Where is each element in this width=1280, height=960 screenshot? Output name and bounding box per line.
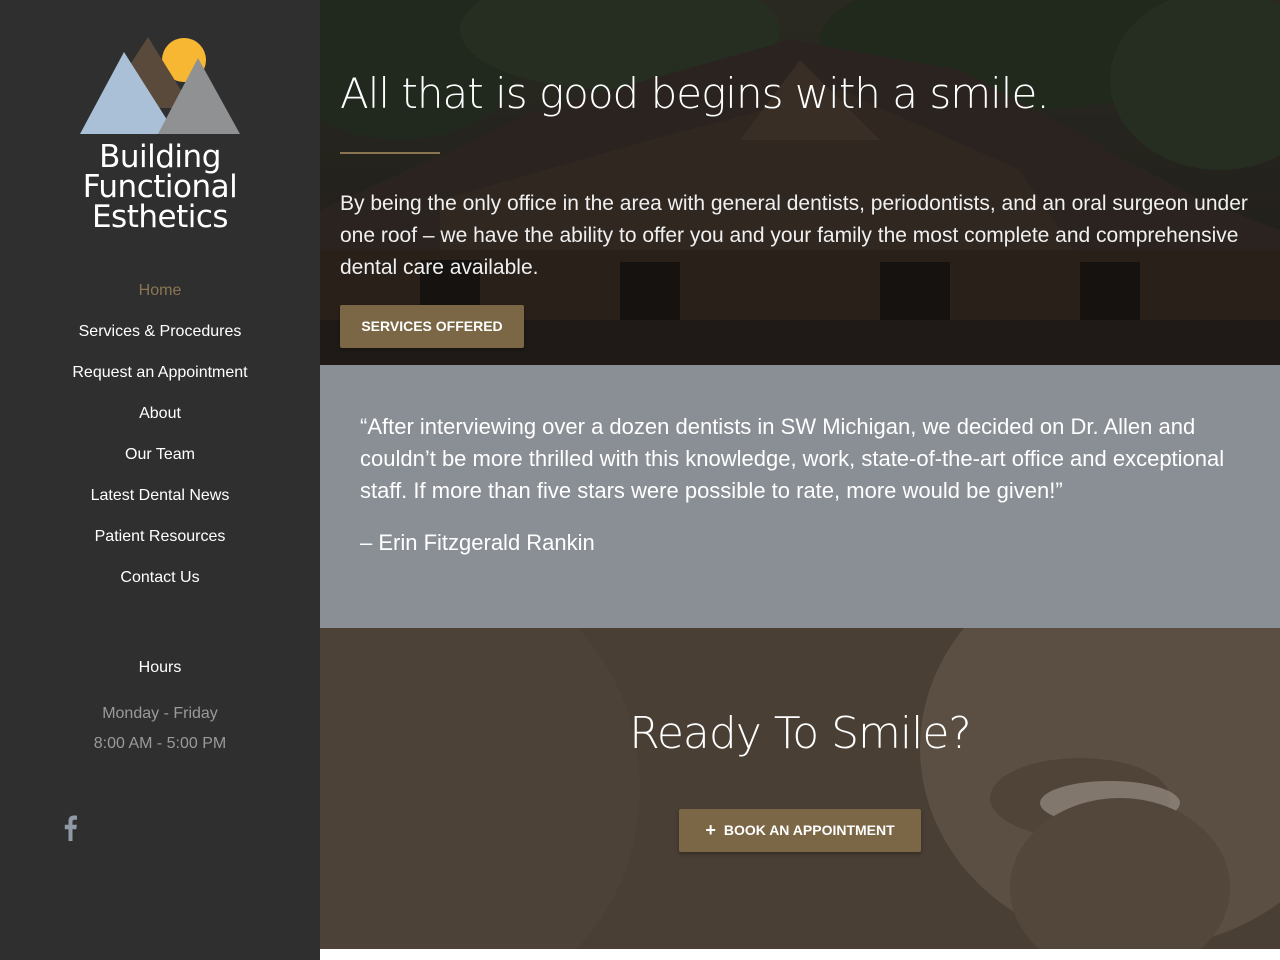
site-logo[interactable]: Building Functional Esthetics xyxy=(0,0,320,250)
logo-text-line-1: Building xyxy=(99,139,221,175)
nav-item-about[interactable]: About xyxy=(0,393,320,434)
nav-item-contact-us[interactable]: Contact Us xyxy=(0,557,320,598)
footer-edge xyxy=(320,949,1280,960)
services-offered-button[interactable]: SERVICES OFFERED xyxy=(340,305,524,348)
hero-divider xyxy=(340,152,440,154)
hours-time: 8:00 AM - 5:00 PM xyxy=(93,735,227,752)
hero-section: All that is good begins with a smile. By… xyxy=(320,0,1280,365)
hero-description: By being the only office in the area wit… xyxy=(340,192,1248,279)
testimonial-section: “After interviewing over a dozen dentist… xyxy=(320,365,1280,628)
nav-item-home[interactable]: Home xyxy=(0,270,320,311)
cta-section: Ready To Smile? + BOOK AN APPOINTMENT xyxy=(320,628,1280,949)
logo-text-line-2: Functional xyxy=(82,169,238,205)
hours-days: Monday - Friday xyxy=(102,705,218,722)
facebook-icon[interactable] xyxy=(62,815,78,841)
book-appointment-button[interactable]: + BOOK AN APPOINTMENT xyxy=(679,809,921,852)
hero-title: All that is good begins with a smile. xyxy=(340,69,1050,118)
hours-title: Hours xyxy=(138,659,182,676)
nav-item-request-appointment[interactable]: Request an Appointment xyxy=(0,352,320,393)
testimonial-quote: “After interviewing over a dozen dentist… xyxy=(360,414,1225,503)
mountains-sun-logo-icon xyxy=(80,37,240,134)
book-appointment-label: BOOK AN APPOINTMENT xyxy=(723,822,895,838)
cta-title: Ready To Smile? xyxy=(629,708,972,759)
sidebar: Building Functional Esthetics Home Servi… xyxy=(0,0,320,960)
nav-item-services-procedures[interactable]: Services & Procedures xyxy=(0,311,320,352)
nav-item-latest-dental-news[interactable]: Latest Dental News xyxy=(0,475,320,516)
main-nav: Home Services & Procedures Request an Ap… xyxy=(0,270,320,598)
nav-item-patient-resources[interactable]: Patient Resources xyxy=(0,516,320,557)
logo-text-line-3: Esthetics xyxy=(91,199,229,235)
nav-item-our-team[interactable]: Our Team xyxy=(0,434,320,475)
plus-icon: + xyxy=(705,820,716,840)
cta-background-image xyxy=(320,628,1280,949)
testimonial-author: – Erin Fitzgerald Rankin xyxy=(360,530,595,555)
